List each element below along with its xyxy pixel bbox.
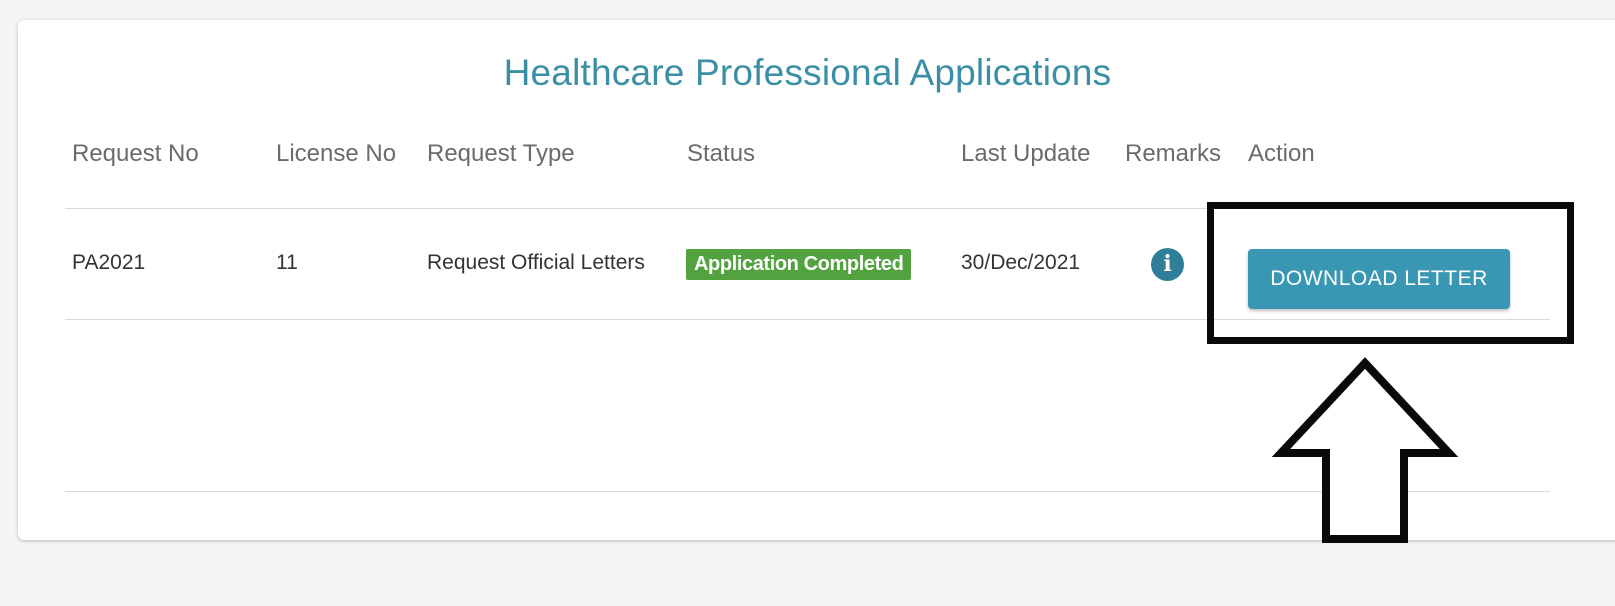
page-title: Healthcare Professional Applications (503, 52, 1112, 93)
cell-request-type: Request Official Letters (427, 251, 645, 274)
page: Healthcare Professional Applications Req… (0, 0, 1615, 606)
status-badge: Application Completed (686, 249, 912, 280)
header-request-type: Request Type (427, 140, 575, 167)
header-request-no: Request No (72, 140, 199, 167)
cell-request-no: PA2021 (72, 251, 146, 274)
header-remarks: Remarks (1125, 140, 1222, 167)
up-arrow-icon (1272, 357, 1458, 543)
highlight-box (1207, 202, 1574, 344)
header-last-update: Last Update (961, 140, 1091, 167)
header-license-no: License No (276, 140, 397, 167)
cell-last-update: 30/Dec/2021 (961, 251, 1081, 274)
header-status: Status (687, 140, 756, 167)
header-action: Action (1248, 140, 1315, 167)
info-icon[interactable]: i (1151, 248, 1184, 281)
cell-license-no: 11 (276, 251, 298, 274)
